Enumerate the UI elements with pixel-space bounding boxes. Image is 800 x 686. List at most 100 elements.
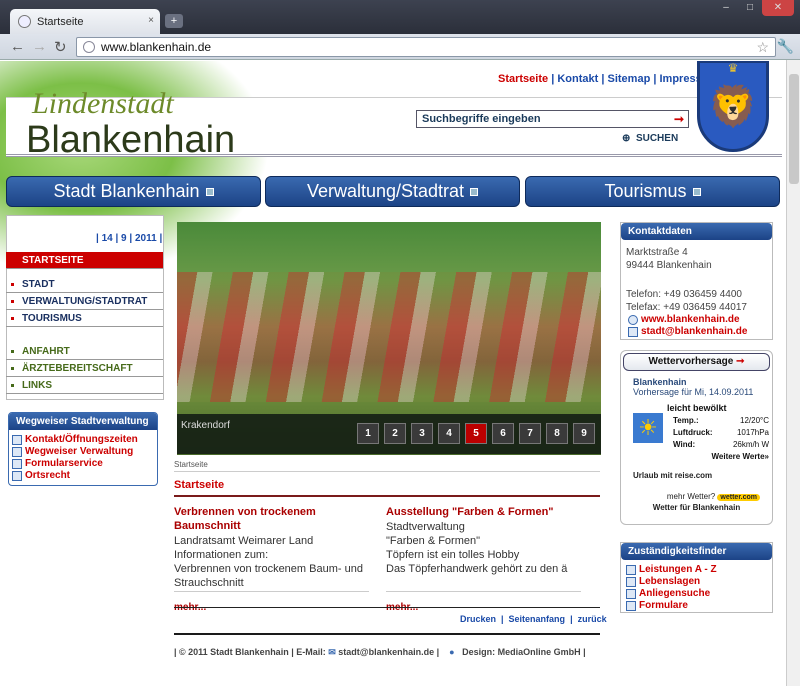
- topnav-kontakt[interactable]: Kontakt: [557, 73, 598, 85]
- external-link-icon: [12, 471, 22, 481]
- link-label: Formulare: [639, 600, 688, 611]
- slider-page-8[interactable]: 8: [546, 423, 568, 444]
- slider-page-6[interactable]: 6: [492, 423, 514, 444]
- back-link[interactable]: zurück: [578, 614, 607, 624]
- slider-page-3[interactable]: 3: [411, 423, 433, 444]
- web-link[interactable]: www.blankenhain.de: [625, 314, 772, 326]
- minimize-button[interactable]: –: [714, 0, 738, 16]
- logo-title[interactable]: Blankenhain: [26, 119, 235, 162]
- close-window-button[interactable]: ✕: [762, 0, 794, 16]
- mainnav-stadt-label: Stadt Blankenhain: [53, 181, 200, 201]
- coat-of-arms-icon: ♛ 🦁: [697, 61, 769, 152]
- new-tab-button[interactable]: +: [165, 14, 183, 28]
- link-label: Ortsrecht: [25, 470, 71, 481]
- link-formularservice[interactable]: Formularservice: [9, 458, 157, 470]
- wetter-blankenhain-link[interactable]: Wetter für Blankenhain: [633, 503, 760, 512]
- leftnav-anfahrt[interactable]: ANFAHRT: [6, 343, 163, 360]
- fax: Telefax: +49 036459 44017: [626, 302, 747, 313]
- sun-icon: ☀: [633, 413, 663, 443]
- zust-leistungen[interactable]: Leistungen A - Z: [623, 564, 770, 576]
- top-nav: Startseite | Kontakt | Sitemap | Impress…: [498, 73, 719, 85]
- topnav-startseite[interactable]: Startseite: [498, 73, 548, 85]
- address-street: Marktstraße 4: [626, 247, 688, 258]
- leftnav-aerztebereitschaft[interactable]: ÄRZTEBEREITSCHAFT: [6, 360, 163, 377]
- web-page: Startseite | Kontakt | Sitemap | Impress…: [0, 61, 786, 686]
- globe-icon: [83, 41, 95, 53]
- top-link[interactable]: Seitenanfang: [509, 614, 566, 624]
- link-label: Wegweiser Verwaltung: [25, 446, 134, 457]
- wettercom-logo[interactable]: wetter.com: [717, 494, 760, 501]
- urlaub-link[interactable]: Urlaub mit reise.com: [633, 471, 760, 480]
- maximize-button[interactable]: □: [738, 0, 762, 16]
- zust-formulare[interactable]: Formulare: [623, 600, 770, 612]
- web-icon: [628, 315, 638, 325]
- kontakt-title: Kontaktdaten: [621, 223, 772, 240]
- link-label: Formularservice: [25, 458, 103, 469]
- slider-page-7[interactable]: 7: [519, 423, 541, 444]
- leftnav-tourismus[interactable]: TOURISMUS: [6, 310, 163, 327]
- address-bar[interactable]: www.blankenhain.de ☆: [76, 37, 776, 57]
- close-tab-icon[interactable]: ×: [148, 15, 154, 26]
- article-line: Stadtverwaltung: [386, 521, 465, 533]
- scrollbar-thumb[interactable]: [789, 74, 799, 184]
- content-divider: [174, 607, 600, 608]
- zust-lebenslagen[interactable]: Lebenslagen: [623, 576, 770, 588]
- link-kontakt-oeffnungszeiten[interactable]: Kontakt/Öffnungszeiten: [9, 434, 157, 446]
- leftnav-verwaltung[interactable]: VERWALTUNG/STADTRAT: [6, 293, 163, 310]
- mainnav-tourismus[interactable]: Tourismus: [525, 176, 780, 207]
- tab-title: Startseite: [37, 15, 84, 28]
- crown-icon: ♛: [727, 61, 739, 75]
- wetter-header[interactable]: Wettervorhersage ➞: [623, 353, 770, 371]
- leftnav-startseite[interactable]: STARTSEITE: [6, 252, 163, 269]
- slider-page-5[interactable]: 5: [465, 423, 487, 444]
- article-title[interactable]: Ausstellung "Farben & Formen": [386, 505, 591, 519]
- browser-tab[interactable]: Startseite ×: [10, 9, 160, 34]
- email-link-label: stadt@blankenhain.de: [641, 326, 748, 337]
- mainnav-verwaltung[interactable]: Verwaltung/Stadtrat: [265, 176, 520, 207]
- wrench-icon[interactable]: 🔧: [777, 38, 794, 55]
- reload-icon[interactable]: ↻: [54, 38, 67, 56]
- kontakt-box: Kontaktdaten Marktstraße 4 99444 Blanken…: [620, 222, 773, 340]
- article-line: Verbrennen von trockenem Baum- und Strau…: [174, 563, 363, 589]
- phone: Telefon: +49 036459 4400: [626, 289, 742, 300]
- mainnav-stadt[interactable]: Stadt Blankenhain: [6, 176, 261, 207]
- external-link-icon: [12, 435, 22, 445]
- topnav-sitemap[interactable]: Sitemap: [608, 73, 651, 85]
- footer-email-link[interactable]: stadt@blankenhain.de |: [338, 647, 439, 657]
- page-tools: Drucken | Seitenanfang | zurück: [460, 614, 607, 624]
- footer-copyright: | © 2011 Stadt Blankenhain | E-Mail:: [174, 647, 326, 657]
- slider-page-9[interactable]: 9: [573, 423, 595, 444]
- forward-arrow-icon[interactable]: →: [32, 38, 47, 55]
- temp-value: 12/20°C: [740, 416, 769, 425]
- zust-anliegensuche[interactable]: Anliegensuche: [623, 588, 770, 600]
- back-arrow-icon[interactable]: ←: [10, 38, 25, 55]
- link-label: Anliegensuche: [639, 588, 711, 599]
- footer-design-link[interactable]: Design: MediaOnline GmbH |: [462, 647, 586, 657]
- slider-page-2[interactable]: 2: [384, 423, 406, 444]
- globe-icon: ●: [449, 647, 455, 657]
- article-more-link[interactable]: mehr...: [174, 591, 369, 615]
- print-link[interactable]: Drucken: [460, 614, 496, 624]
- bookmark-star-icon[interactable]: ☆: [756, 38, 769, 56]
- browser-toolbar: ← → ↻ www.blankenhain.de ☆ 🔧: [0, 34, 800, 60]
- article-more-link[interactable]: mehr...: [386, 591, 581, 615]
- search-go-arrow-icon[interactable]: ➞: [674, 111, 684, 127]
- link-label: Kontakt/Öffnungszeiten: [25, 434, 138, 445]
- search-button[interactable]: ⊕ SUCHEN: [622, 133, 678, 144]
- slider-page-4[interactable]: 4: [438, 423, 460, 444]
- article-line: Das Töpferhandwerk gehört zu den ä: [386, 563, 568, 575]
- slider-page-1[interactable]: 1: [357, 423, 379, 444]
- article-title[interactable]: Verbrennen von trockenem Baumschnitt: [174, 505, 379, 533]
- vertical-scrollbar[interactable]: [786, 60, 800, 686]
- search-input[interactable]: Suchbegriffe eingeben ➞: [416, 110, 689, 128]
- more-weather-link[interactable]: Weitere Werte»: [673, 451, 769, 463]
- leftnav-stadt[interactable]: STADT: [6, 276, 163, 293]
- link-ortsrecht[interactable]: Ortsrecht: [9, 470, 157, 482]
- mail-icon: [628, 327, 638, 337]
- slider-caption: Krakendorf: [181, 420, 230, 431]
- wind-label: Wind:: [673, 440, 696, 449]
- square-icon: [205, 187, 214, 196]
- link-wegweiser-verwaltung[interactable]: Wegweiser Verwaltung: [9, 446, 157, 458]
- leftnav-links[interactable]: LINKS: [6, 377, 163, 394]
- email-link[interactable]: stadt@blankenhain.de: [625, 326, 772, 338]
